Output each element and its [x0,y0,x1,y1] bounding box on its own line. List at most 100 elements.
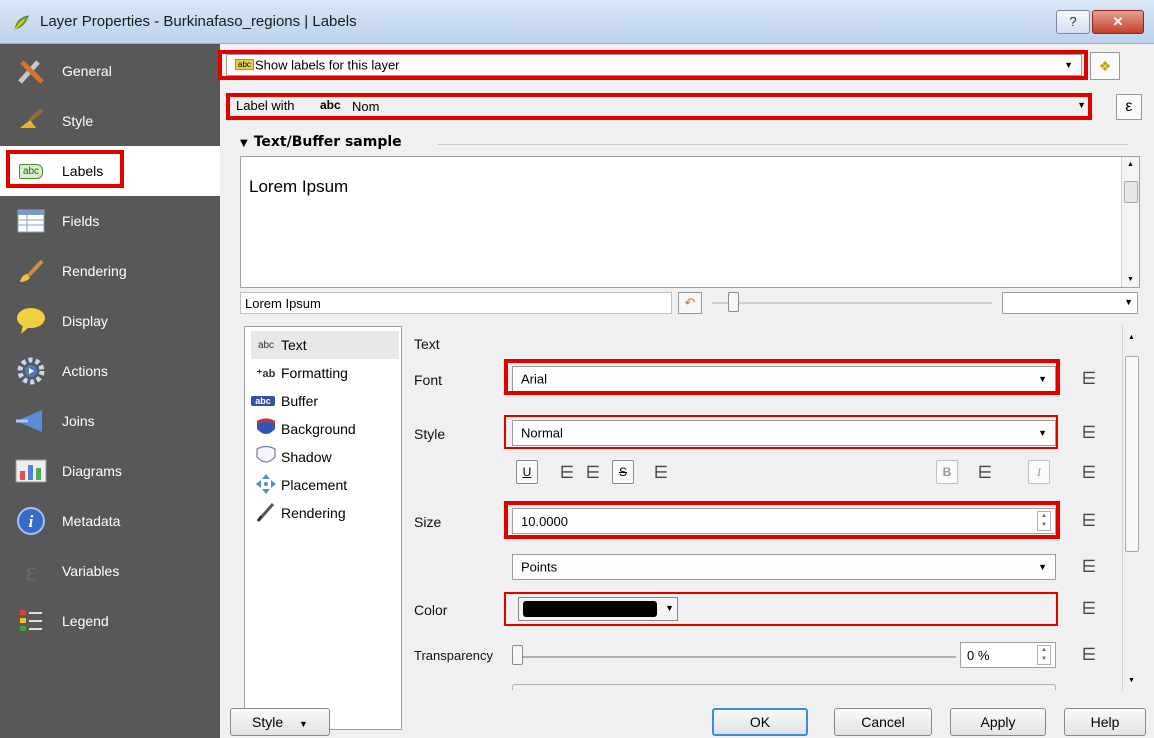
label-settings-tree: abc Text ⁺ab Formatting abc Buffer Backgrou… [244,326,402,730]
underline-toggle[interactable]: U [516,460,538,484]
sidebar-item-labels[interactable]: abc Labels [0,146,220,196]
sidebar-item-joins[interactable]: Joins [0,396,220,446]
title-bar: Layer Properties - Burkinafaso_regions |… [0,0,1154,44]
spin-arrows-icon[interactable]: ▲ ▼ [1037,645,1051,665]
italic-toggle[interactable]: I [1028,460,1050,484]
cancel-button[interactable]: Cancel [834,708,932,736]
transparency-data-defined-button[interactable]: ⋿ [1076,644,1102,666]
style-value: Normal [521,425,563,441]
tree-item-label: Formatting [281,365,348,381]
data-defined-icon: ⋿ [653,463,669,482]
labels-abc-icon: abc [14,154,48,188]
data-defined-icon: ⋿ [1081,423,1097,442]
scroll-down-icon: ▼ [1128,677,1135,684]
section-divider [438,144,1128,145]
spin-arrows-icon[interactable]: ▲ ▼ [1037,511,1051,531]
undo-arrow-icon: ↶ [684,295,696,310]
tree-item-text[interactable]: abc Text [251,331,399,359]
strikeout-data-defined-button[interactable]: ⋿ [648,462,674,484]
sidebar-item-style[interactable]: Style [0,96,220,146]
transparency-value: 0 % [967,648,990,663]
sidebar-item-label: Metadata [62,513,121,529]
ok-button[interactable]: OK [712,708,808,736]
size-spinbox[interactable]: 10.0000 ▲ ▼ [512,508,1056,534]
transparency-slider-handle[interactable] [512,645,523,665]
tree-item-placement[interactable]: Placement [251,471,347,499]
settings-scrollbar[interactable]: ▲ ▼ [1122,326,1140,690]
diagrams-chart-icon [14,454,48,488]
variables-epsilon-icon: ε [14,554,48,588]
preview-background-color-combo[interactable]: ▼ [1002,292,1138,314]
tree-item-buffer[interactable]: abc Buffer [251,387,318,415]
underline-data-defined-button[interactable]: ⋿ [554,462,580,484]
labeling-mode-value: Show labels for this layer [255,57,400,73]
size-label: Size [414,514,442,530]
labeling-mode-combo[interactable]: Show labels for this layer abc ▼ [226,54,1082,76]
tree-item-rendering[interactable]: Rendering [251,499,346,527]
legend-list-icon [14,604,48,638]
sidebar: General Style abc Labels Fields Renderin… [0,44,220,738]
sidebar-item-diagrams[interactable]: Diagrams [0,446,220,496]
tree-item-shadow[interactable]: Shadow [251,443,332,471]
help-button[interactable]: Help [1064,708,1146,736]
label-field-value: Nom [352,99,380,114]
tree-item-label: Placement [281,477,348,493]
sidebar-item-legend[interactable]: Legend [0,596,220,646]
style-data-defined-button[interactable]: ⋿ [1076,422,1102,444]
label-field-combo[interactable]: abc Nom ▼ [316,96,1086,118]
expression-button[interactable]: ε [1116,94,1142,120]
sidebar-item-fields[interactable]: Fields [0,196,220,246]
text-panel-heading: Text [414,336,440,352]
chevron-down-icon: ▼ [1124,297,1133,307]
preview-scale-slider-handle[interactable] [728,292,739,312]
unit-data-defined-button[interactable]: ⋿ [1076,556,1102,578]
color-data-defined-button[interactable]: ⋿ [1076,598,1102,620]
scrollbar-thumb[interactable] [1125,356,1139,552]
font-combo[interactable]: Arial ▼ [512,366,1056,392]
sidebar-item-display[interactable]: Display [0,296,220,346]
formatting-icon: ⁺ab [256,367,276,380]
transparency-spinbox[interactable]: 0 % ▲ ▼ [960,642,1056,668]
font-data-defined-button[interactable]: ⋿ [1076,368,1102,390]
italic-data-defined-button[interactable]: ⋿ [1076,462,1102,484]
chevron-down-icon: ▼ [1038,428,1047,438]
bold-toggle[interactable]: B [936,460,958,484]
tree-item-background[interactable]: Background [251,415,356,443]
sidebar-item-variables[interactable]: ε Variables [0,546,220,596]
data-defined-icon: ⋿ [559,463,575,482]
help-title-button[interactable]: ? [1056,10,1090,34]
color-button[interactable]: ▼ [518,597,678,621]
reset-sample-button[interactable]: ↶ [678,292,702,314]
sidebar-item-actions[interactable]: Actions [0,346,220,396]
sidebar-item-metadata[interactable]: i Metadata [0,496,220,546]
bold-data-defined-button[interactable]: ⋿ [972,462,998,484]
font-label: Font [414,372,443,388]
scrollbar-thumb[interactable] [1124,181,1138,203]
transparency-slider-track [516,656,956,658]
size-value: 10.0000 [521,514,568,529]
tree-item-formatting[interactable]: ⁺ab Formatting [251,359,348,387]
data-defined-icon: ⋿ [977,463,993,482]
close-window-button[interactable]: ✕ [1092,10,1144,34]
style-combo[interactable]: Normal ▼ [512,420,1056,446]
size-data-defined-button[interactable]: ⋿ [1076,510,1102,532]
data-defined-icon: ⋿ [1081,463,1097,482]
apply-button[interactable]: Apply [950,708,1046,736]
style-label: Style [414,426,446,442]
preview-scrollbar[interactable]: ▲ ▼ [1121,157,1139,287]
tree-item-label: Background [281,421,356,437]
size-unit-combo[interactable]: Points ▼ [512,554,1056,580]
sample-text-input[interactable]: Lorem Ipsum [240,292,672,314]
text-abc-icon: abc [257,339,275,351]
text-preview-area: Lorem Ipsum ▲ ▼ [240,156,1140,288]
underline-color-data-defined-button[interactable]: ⋿ [580,462,606,484]
style-menu-button[interactable]: Style ▼ [230,708,330,736]
sample-section-header[interactable]: ▼ Text/Buffer sample [240,134,402,150]
rule-based-settings-button[interactable]: ❖ [1090,52,1120,80]
label-mode-icon: abc [235,59,254,70]
sidebar-item-rendering[interactable]: Rendering [0,246,220,296]
sidebar-item-general[interactable]: General [0,46,220,96]
joins-arrow-icon [14,404,48,438]
rendering-pen-icon [251,501,281,526]
strikeout-toggle[interactable]: S [612,460,634,484]
